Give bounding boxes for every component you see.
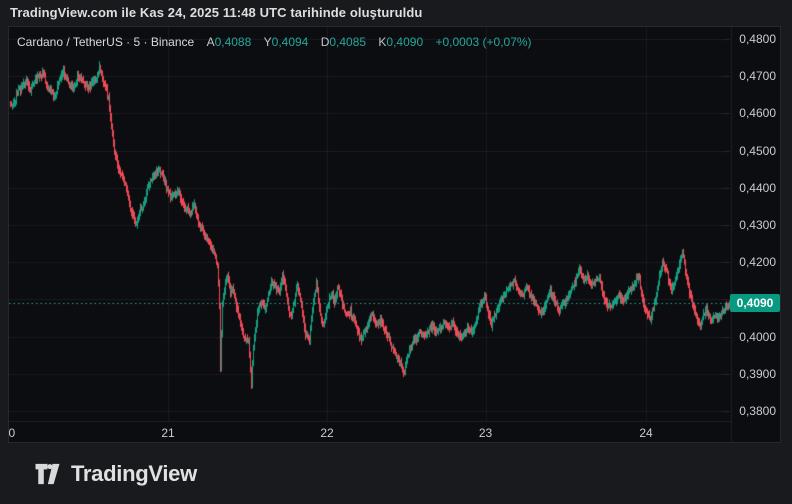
candlestick-chart-canvas (9, 27, 780, 442)
brand-footer: TradingView (0, 443, 792, 504)
chart-panel: Cardano / TetherUS · 5 · Binance A0,4088… (8, 26, 781, 443)
creation-banner-text: TradingView.com ile Kas 24, 2025 11:48 U… (10, 5, 422, 20)
time-axis-label: 22 (320, 426, 333, 440)
price-axis-label: 0,4700 (739, 69, 776, 83)
time-axis-label: 24 (639, 426, 652, 440)
tradingview-logo-icon (34, 462, 61, 486)
high-value: 0,4094 (272, 35, 309, 49)
high-label: Y (264, 35, 272, 49)
time-axis-label: 21 (161, 426, 174, 440)
low-value: 0,4085 (329, 35, 366, 49)
price-axis-label: 0,4000 (739, 330, 776, 344)
symbol-title: Cardano / TetherUS · 5 · Binance (17, 35, 194, 49)
time-axis-label: 23 (479, 426, 492, 440)
price-axis-label: 0,4500 (739, 144, 776, 158)
last-price-badge: 0,4090 (730, 294, 780, 312)
price-axis-label: 0,4300 (739, 218, 776, 232)
close-value: 0,4090 (386, 35, 423, 49)
price-axis-label: 0,3900 (739, 367, 776, 381)
price-axis-label: 0,4800 (739, 32, 776, 46)
price-axis-label: 0,4200 (739, 255, 776, 269)
chart-legend: Cardano / TetherUS · 5 · Binance A0,4088… (17, 35, 532, 49)
price-axis-label: 0,4400 (739, 181, 776, 195)
last-price-text: 0,4090 (737, 296, 774, 310)
open-value: 0,4088 (215, 35, 252, 49)
tradingview-logo-text: TradingView (71, 461, 197, 487)
creation-banner: TradingView.com ile Kas 24, 2025 11:48 U… (0, 0, 792, 26)
price-axis-label: 0,4600 (739, 106, 776, 120)
tradingview-logo[interactable]: TradingView (34, 461, 197, 487)
open-label: A (207, 35, 215, 49)
change-value: +0,0003 (+0,07%) (435, 35, 531, 49)
price-axis-label: 0,3800 (739, 404, 776, 418)
tradingview-snapshot: TradingView.com ile Kas 24, 2025 11:48 U… (0, 0, 792, 504)
time-axis-label: 20 (8, 426, 15, 440)
